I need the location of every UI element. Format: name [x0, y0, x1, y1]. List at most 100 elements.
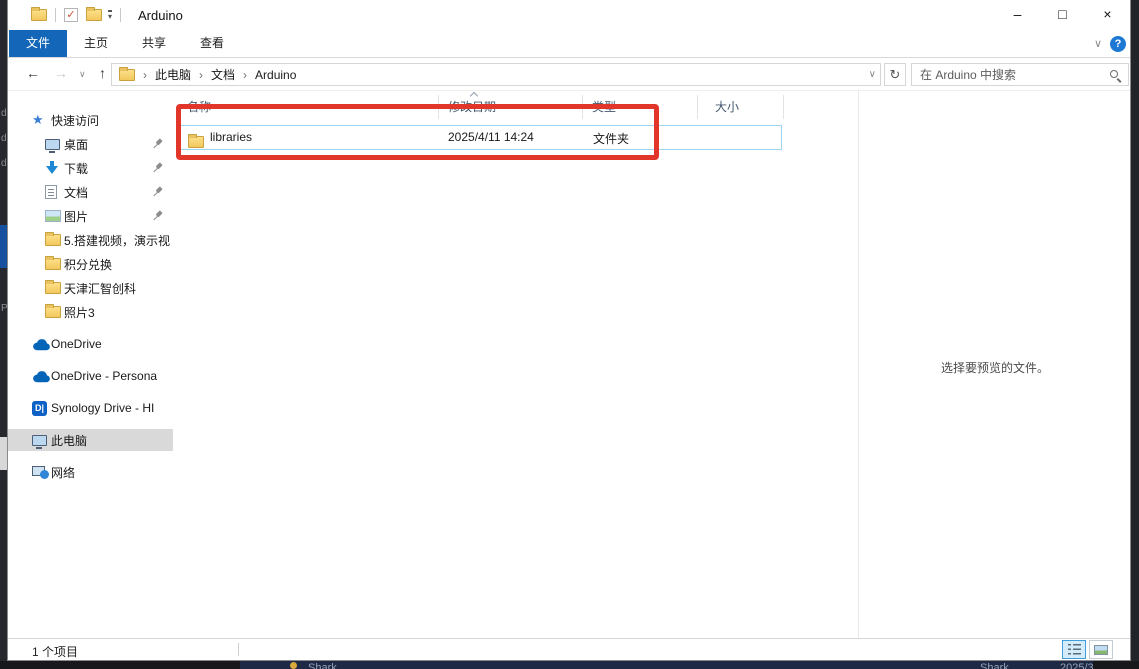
pictures-icon: [45, 210, 61, 222]
sidebar-item-label: 下载: [64, 160, 88, 177]
background-text-fragment: d: [1, 108, 7, 119]
view-buttons: [1062, 640, 1113, 659]
download-icon: [45, 161, 59, 175]
sidebar-item-label: 文档: [64, 184, 88, 201]
refresh-button[interactable]: ↻: [884, 63, 906, 86]
status-bar: 1 个项目: [8, 638, 1130, 660]
sidebar-item-synology-drive[interactable]: D| Synology Drive - HI: [8, 397, 173, 419]
synology-drive-icon: D|: [32, 401, 47, 416]
file-date-modified: 2025/4/11 14:24: [448, 130, 534, 144]
sidebar-item-label: 快速访问: [51, 112, 99, 129]
back-button[interactable]: ←: [26, 65, 40, 81]
thumbnail-view-icon: [1094, 645, 1108, 655]
tab-home[interactable]: 主页: [67, 30, 125, 57]
minimize-button[interactable]: –: [995, 0, 1040, 30]
sidebar-item-label: Synology Drive - HI: [51, 401, 154, 415]
sidebar-item-label: 天津汇智创科: [64, 280, 136, 297]
breadcrumb-separator: ›: [243, 68, 247, 82]
breadcrumb-this-pc[interactable]: 此电脑: [155, 66, 191, 83]
folder-icon: [45, 282, 61, 294]
address-folder-icon: [119, 69, 135, 81]
qat-customize-icon[interactable]: ▾: [108, 10, 112, 20]
file-name: libraries: [210, 130, 252, 144]
help-icon[interactable]: ?: [1110, 36, 1126, 52]
sidebar-item-network[interactable]: 网络: [8, 461, 173, 483]
sidebar-item-quick-access[interactable]: ★ 快速访问: [8, 109, 173, 131]
tab-file[interactable]: 文件: [9, 30, 67, 57]
qat-properties-icon[interactable]: ✓: [64, 8, 78, 22]
document-icon: [45, 185, 57, 199]
sidebar-item-downloads[interactable]: 下载: [8, 157, 173, 179]
quick-access-star-icon: ★: [32, 112, 44, 128]
sidebar-item-folder[interactable]: 积分兑换: [8, 253, 173, 275]
folder-icon: [45, 234, 61, 246]
sidebar-item-label: 图片: [64, 208, 88, 225]
sidebar-item-pictures[interactable]: 图片: [8, 205, 173, 227]
window-controls: – □ ×: [995, 0, 1130, 30]
column-header-type[interactable]: 类型: [583, 95, 698, 119]
pin-icon: [149, 184, 166, 201]
expand-ribbon-icon[interactable]: ∨: [1094, 37, 1102, 50]
tab-view[interactable]: 查看: [183, 30, 241, 57]
file-type: 文件夹: [593, 130, 629, 147]
tab-share[interactable]: 共享: [125, 30, 183, 57]
column-header-name[interactable]: 名称: [173, 95, 439, 119]
titlebar-divider: [55, 8, 56, 22]
folder-icon: [188, 136, 204, 148]
titlebar: ✓ ▾ Arduino – □ ×: [8, 0, 1130, 30]
address-dropdown-icon[interactable]: ∨: [869, 69, 876, 80]
maximize-button[interactable]: □: [1040, 0, 1085, 30]
sidebar-item-onedrive-personal[interactable]: OneDrive - Persona: [8, 365, 173, 387]
pin-icon: [149, 136, 166, 153]
breadcrumb-arduino[interactable]: Arduino: [255, 68, 296, 82]
pin-icon: [149, 208, 166, 225]
file-row-libraries[interactable]: libraries 2025/4/11 14:24 文件夹: [179, 125, 782, 150]
breadcrumb-documents[interactable]: 文档: [211, 66, 235, 83]
onedrive-cloud-icon: [32, 370, 51, 383]
up-button[interactable]: ↑: [99, 65, 106, 81]
column-header-size[interactable]: 大小: [698, 95, 784, 119]
address-row: ← → ∨ ↑ › 此电脑 › 文档 › Arduino ∨ ↻: [8, 58, 1130, 91]
sidebar-item-label: 桌面: [64, 136, 88, 153]
close-button[interactable]: ×: [1085, 0, 1130, 30]
background-bottom-strip: Shark Shark 2025/3/27 20:43: [0, 661, 1139, 669]
ribbon-right-controls: ∨ ?: [1094, 30, 1126, 57]
details-view-button[interactable]: [1062, 640, 1086, 659]
search-icon[interactable]: [1110, 70, 1118, 78]
item-count: 1 个项目: [32, 643, 78, 660]
sidebar-item-label: 积分兑换: [64, 256, 112, 273]
search-box: [911, 63, 1129, 86]
onedrive-cloud-icon: [32, 338, 51, 351]
background-window-row: Shark Shark 2025/3/27 20:43: [240, 661, 1093, 669]
sidebar-item-desktop[interactable]: 桌面: [8, 133, 173, 155]
background-text-fragment: d: [1, 158, 7, 169]
sidebar-item-folder[interactable]: 天津汇智创科: [8, 277, 173, 299]
search-input[interactable]: [912, 64, 1102, 85]
background-blue-patch: [0, 225, 7, 268]
pin-icon: [149, 160, 166, 177]
background-file-name: Shark: [308, 662, 337, 669]
sidebar-item-folder[interactable]: 5.搭建视频，演示视: [8, 229, 173, 251]
background-text-fragment: d: [1, 133, 7, 144]
sidebar-item-this-pc[interactable]: 此电脑: [8, 429, 173, 451]
breadcrumb-separator: ›: [143, 68, 147, 82]
sidebar-item-documents[interactable]: 文档: [8, 181, 173, 203]
titlebar-divider: [120, 8, 121, 22]
thumbnail-view-button[interactable]: [1089, 640, 1113, 659]
background-file-name: Shark: [980, 662, 1009, 669]
sidebar-item-label: 5.搭建视频，演示视: [64, 232, 170, 249]
status-divider: [238, 643, 239, 656]
sidebar-item-label: OneDrive - Persona: [51, 369, 157, 383]
sidebar-item-onedrive[interactable]: OneDrive: [8, 333, 173, 355]
preview-pane: 选择要预览的文件。: [859, 91, 1131, 638]
sidebar-item-label: 此电脑: [51, 432, 87, 449]
forward-button[interactable]: →: [54, 65, 68, 81]
explorer-window: ✓ ▾ Arduino – □ × 文件 主页 共享 查看 ∨ ? ← →: [7, 0, 1131, 661]
column-header-date-modified[interactable]: 修改日期: [439, 95, 583, 119]
recent-locations-icon[interactable]: ∨: [79, 69, 86, 80]
address-bar[interactable]: › 此电脑 › 文档 › Arduino ∨: [111, 63, 881, 86]
qat-new-folder-icon[interactable]: [86, 9, 102, 21]
navigation-pane: ★ 快速访问 桌面 下载 文档: [8, 91, 173, 638]
sidebar-item-folder[interactable]: 照片3: [8, 301, 173, 323]
sidebar-item-label: OneDrive: [51, 337, 102, 351]
